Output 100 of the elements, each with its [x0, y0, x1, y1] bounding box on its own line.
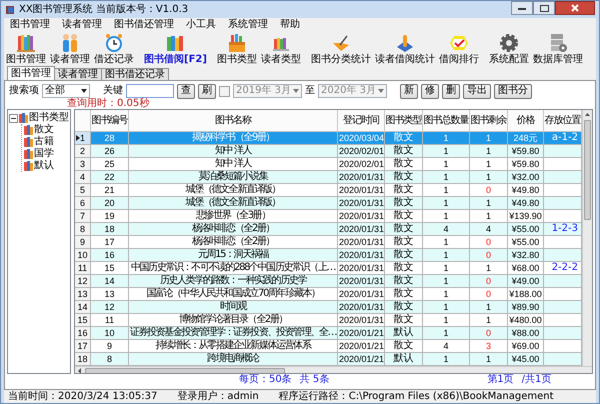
table-cell: ¥49.80 — [508, 197, 544, 210]
table-row[interactable]: 4 22 莫泊桑短篇小说集 2020/01/31 散文 1 1 ¥32.00 — [75, 171, 582, 184]
table-row[interactable]: 16 10 证券投资基金投资管理学：证券投资、投资管理、全… 2020/01/21 默认 1 0 ¥88.00 — [75, 327, 582, 340]
table-cell: 默认 — [385, 327, 423, 340]
vertical-scrollbar[interactable] — [582, 110, 592, 366]
toolbar-button[interactable]: 图书借阅[F2] — [143, 33, 208, 65]
table-cell: 1 — [470, 197, 508, 210]
column-header[interactable]: 图书名称 — [129, 110, 338, 132]
minimize-button[interactable] — [511, 1, 533, 15]
menu-item[interactable]: 帮助 — [280, 19, 300, 31]
column-header[interactable]: 图书剩余 — [470, 110, 508, 132]
collapse-icon[interactable] — [9, 114, 18, 122]
table-cell: 2020/01/31 — [338, 275, 385, 288]
date-filter-checkbox[interactable] — [219, 86, 230, 96]
table-cell: 2020/01/31 — [338, 249, 385, 262]
table-cell: 2020/01/31 — [338, 301, 385, 314]
toolbar-button[interactable]: 借阅排行 — [438, 33, 480, 65]
table-cell: 杨洛咔啡恋（全2册） — [129, 223, 338, 236]
table-row[interactable]: 8 18 杨洛咔啡恋（全2册） 2020/01/31 散文 4 4 ¥55.00 1-2-3 — [75, 223, 582, 236]
tab[interactable]: 图书管理 — [7, 66, 55, 80]
table-cell: 2020/02/01 — [338, 145, 385, 158]
row-header: 2 — [75, 145, 91, 158]
column-header[interactable]: 存放位置 — [544, 110, 582, 132]
table-cell: 4 — [423, 223, 470, 236]
tab[interactable]: 图书借还记录 — [101, 68, 169, 80]
menu-item[interactable]: 小工具 — [186, 19, 216, 31]
table-cell: 元周15：洞天祸福 — [129, 249, 338, 262]
table-cell: 1 — [423, 301, 470, 314]
table-row[interactable]: 2 26 知中 洋人 2020/02/01 散文 1 1 ¥59.80 — [75, 145, 582, 158]
refresh-button[interactable]: 刷 — [198, 84, 216, 98]
table-cell: 莫泊桑短篇小说集 — [129, 171, 338, 184]
menu-item[interactable]: 读者管理 — [62, 19, 102, 31]
action-button[interactable]: 导出 — [463, 84, 491, 98]
toolbar-button[interactable]: 数据库管理 — [532, 33, 584, 65]
scrollbar-thumb[interactable] — [85, 368, 285, 373]
row-header: 15 — [75, 314, 91, 327]
table-cell: 1 — [470, 145, 508, 158]
action-button[interactable]: 新 — [400, 84, 418, 98]
table-cell: 1 — [423, 145, 470, 158]
tree-item[interactable]: 图书类型 — [29, 112, 69, 124]
table-cell: 0 — [470, 249, 508, 262]
maximize-button[interactable] — [533, 1, 555, 15]
toolbar-button[interactable]: 借还记录 — [93, 33, 135, 65]
toolbar-button[interactable]: 读者类型 — [260, 33, 302, 65]
menu-item[interactable]: 系统管理 — [228, 19, 268, 31]
box-icon — [226, 33, 247, 53]
page-number-text: 第1页 — [487, 374, 514, 385]
minimize-icon — [518, 6, 526, 10]
table-cell: 14 — [91, 275, 129, 288]
field-label: 搜索项 — [9, 85, 39, 97]
row-header: 8 — [75, 223, 91, 236]
table-cell: 跨境电商概论 — [129, 353, 338, 366]
horizontal-scrollbar[interactable] — [75, 366, 592, 373]
books-icon — [16, 33, 36, 53]
toolbar-button[interactable]: 读者借阅统计 — [374, 33, 436, 65]
scrollbar-thumb[interactable] — [584, 120, 591, 220]
page-total-text: /共1页 — [522, 374, 552, 385]
column-header[interactable]: 价格 — [508, 110, 544, 132]
column-header[interactable]: 图书编号 — [91, 110, 129, 132]
table-cell: 证券投资基金投资管理学：证券投资、投资管理、全… — [129, 327, 338, 340]
keyword-input[interactable] — [126, 84, 174, 98]
action-button[interactable]: 图书分 — [494, 84, 532, 98]
table-row[interactable]: 10 16 元周15：洞天祸福 2020/01/31 散文 1 0 ¥32.80 — [75, 249, 582, 262]
table-row[interactable]: 6 20 城堡（德文全新直译版） 2020/01/31 散文 1 1 ¥49.80 — [75, 197, 582, 210]
table-cell: 历史人类学的路数：一种实践的历史学 — [129, 275, 338, 288]
close-button[interactable] — [555, 1, 595, 15]
column-header[interactable]: 图书类型 — [385, 110, 423, 132]
table-cell: 1 — [423, 353, 470, 366]
toolbar-button[interactable]: 图书分类统计 — [310, 33, 372, 65]
toolbar-button[interactable]: 系统配置 — [488, 33, 530, 65]
action-button[interactable]: 修 — [421, 84, 439, 98]
table-row[interactable]: 1 28 揭秘科学书（全9册） 2020/03/04 散文 1 1 248元 a-1-2 — [75, 132, 582, 145]
tree-item[interactable]: 古籍 — [34, 136, 54, 148]
tree-item[interactable]: 散文 — [34, 124, 54, 136]
table-cell: 1-2-3 — [544, 223, 582, 236]
column-header[interactable]: 图书总数量 — [423, 110, 470, 132]
row-header: 10 — [75, 249, 91, 262]
tree-item[interactable]: 默认 — [34, 160, 54, 172]
table-cell: 散文 — [385, 249, 423, 262]
search-field-dropdown[interactable]: 全部 — [42, 84, 90, 98]
row-header: 14 — [75, 301, 91, 314]
tab[interactable]: 读者管理 — [54, 68, 102, 80]
page-size-text: 每页：50条 — [239, 374, 292, 385]
query-button[interactable]: 查 — [177, 84, 195, 98]
table-row[interactable]: 12 14 历史人类学的路数：一种实践的历史学 2020/01/31 散文 1 0 ¥49.00 — [75, 275, 582, 288]
action-button[interactable]: 删 — [442, 84, 460, 98]
corner-cell — [75, 110, 91, 132]
alarm-clock-icon — [104, 33, 124, 53]
toolbar-button[interactable]: 图书类型 — [216, 33, 258, 65]
tree-item[interactable]: 国学 — [34, 148, 54, 160]
toolbar-button[interactable]: 图书管理 — [5, 33, 47, 65]
column-header[interactable]: 登记时间 — [338, 110, 385, 132]
table-cell: 1 — [423, 327, 470, 340]
table-row[interactable]: 14 12 时间观 2020/01/31 散文 1 1 ¥89.90 — [75, 301, 582, 314]
toolbar-button[interactable]: 读者管理 — [49, 33, 91, 65]
keyword-label: 关键 — [103, 85, 123, 97]
current-row-icon — [76, 135, 80, 141]
menu-item[interactable]: 图书借还管理 — [114, 19, 174, 31]
menu-item[interactable]: 图书管理 — [10, 19, 50, 31]
table-row[interactable]: 18 8 跨境电商概论 2020/01/21 默认 1 1 ¥45.00 — [75, 353, 582, 366]
